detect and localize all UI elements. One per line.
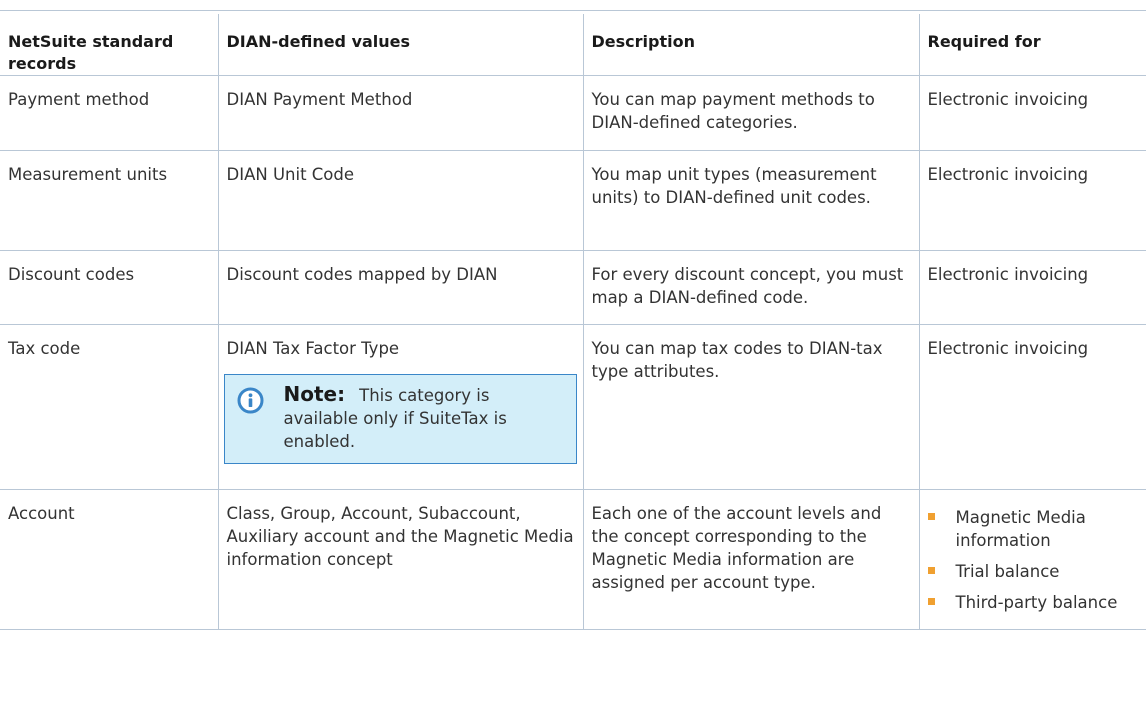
list-item-text: Third-party balance: [955, 593, 1118, 612]
note-head: Note: This category is available only if …: [237, 383, 566, 453]
required-list: Magnetic Media information Trial balance…: [927, 506, 1141, 614]
dian-mapping-table: NetSuite standard records DIAN-defined v…: [0, 14, 1146, 630]
cell-record: Measurement units: [0, 150, 219, 251]
cell-values: Class, Group, Account, Subaccount, Auxil…: [217, 489, 584, 630]
cell-record: Discount codes: [0, 250, 219, 325]
header-required-for: Required for: [918, 14, 1146, 76]
cell-record: Account: [0, 489, 219, 630]
table-row: Tax code DIAN Tax Factor Type Note: This …: [0, 324, 1146, 490]
table-row: Account Class, Group, Account, Subaccoun…: [0, 489, 1146, 630]
cell-description: Each one of the account levels and the c…: [582, 489, 920, 630]
list-item-text: Trial balance: [955, 562, 1060, 581]
cell-values: DIAN Payment Method: [217, 75, 584, 151]
cell-required: Magnetic Media information Trial balance…: [918, 489, 1146, 630]
cell-description: You can map tax codes to DIAN-tax type a…: [582, 324, 920, 490]
cell-required: Electronic invoicing: [918, 324, 1146, 490]
bullet-icon: [927, 598, 935, 605]
cell-description: For every discount concept, you must map…: [582, 250, 920, 325]
bullet-icon: [927, 513, 935, 520]
info-icon: [237, 387, 263, 414]
note-body: Note: This category is available only if …: [284, 383, 566, 453]
table-row: Payment method DIAN Payment Method You c…: [0, 75, 1146, 151]
cell-values: DIAN Tax Factor Type Note: This category …: [217, 324, 584, 490]
header-netsuite-records: NetSuite standard records: [0, 14, 219, 76]
table-header-row: NetSuite standard records DIAN-defined v…: [0, 14, 1146, 76]
list-item: Trial balance: [927, 560, 1141, 583]
list-item-text: Magnetic Media information: [955, 508, 1086, 550]
cell-required: Electronic invoicing: [918, 250, 1146, 325]
list-item: Magnetic Media information: [927, 506, 1141, 552]
note-callout: Note: This category is available only if …: [223, 374, 577, 464]
cell-description: You can map payment methods to DIAN-defi…: [582, 75, 920, 151]
table-row: Measurement units DIAN Unit Code You map…: [0, 150, 1146, 251]
cell-values: Discount codes mapped by DIAN: [217, 250, 584, 325]
table-top-border: [0, 10, 1146, 11]
header-description: Description: [582, 14, 920, 76]
table-row: Discount codes Discount codes mapped by …: [0, 250, 1146, 325]
cell-required: Electronic invoicing: [918, 150, 1146, 251]
cell-description: You map unit types (measurement units) t…: [582, 150, 920, 251]
bullet-icon: [927, 567, 935, 574]
list-item: Third-party balance: [927, 591, 1141, 614]
note-label: Note:: [283, 382, 346, 406]
cell-record: Payment method: [0, 75, 219, 151]
cell-required: Electronic invoicing: [918, 75, 1146, 151]
cell-values: DIAN Unit Code: [217, 150, 584, 251]
cell-values-text: DIAN Tax Factor Type: [226, 339, 400, 358]
header-dian-values: DIAN-defined values: [217, 14, 584, 76]
cell-record: Tax code: [0, 324, 219, 490]
